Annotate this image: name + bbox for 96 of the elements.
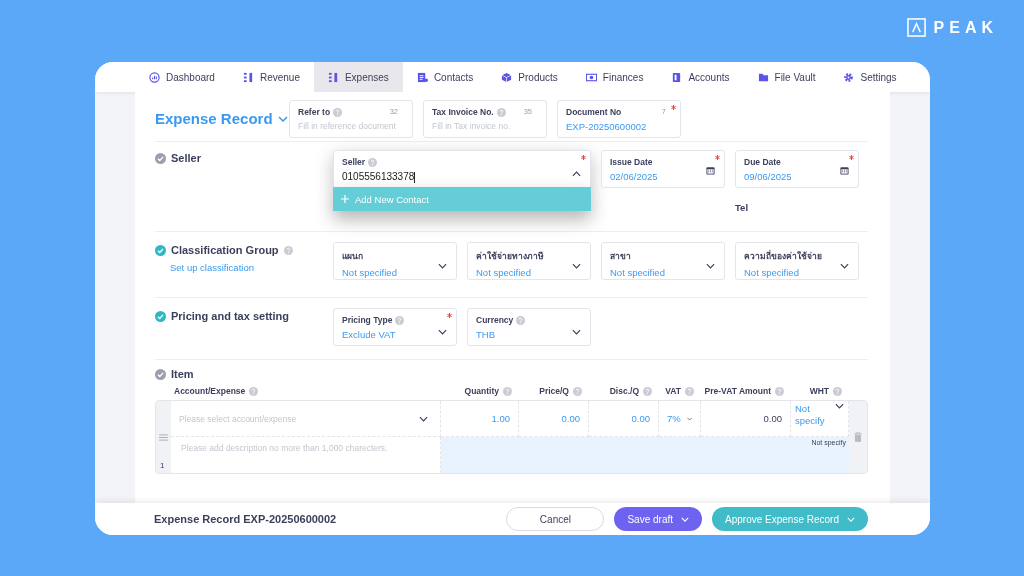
nav-icon <box>585 71 597 83</box>
section-title: Pricing and tax setting <box>171 310 289 322</box>
chevron-icon[interactable] <box>572 263 581 269</box>
select-field[interactable]: ความถี่ของค่าใช้จ่าย Not specified <box>735 242 859 280</box>
nav-icon <box>149 71 160 83</box>
section-title: Item <box>171 368 194 380</box>
chevron-icon[interactable] <box>438 263 447 269</box>
field-value: Exclude VAT <box>342 329 397 340</box>
field-label: Currency <box>476 315 514 325</box>
field-label: Document No <box>566 107 622 117</box>
help-icon[interactable] <box>775 386 784 396</box>
chevron-icon[interactable] <box>419 415 428 422</box>
nav-tab[interactable]: Products <box>487 62 572 92</box>
nav-tab[interactable]: Contacts <box>402 62 488 92</box>
help-icon[interactable] <box>283 245 293 255</box>
field-value: Not specified <box>744 267 800 278</box>
chevron-icon[interactable] <box>572 329 581 335</box>
column-header: Pre-VAT Amount <box>704 386 771 396</box>
page-title: Expense Record <box>155 110 273 127</box>
nav-tab[interactable]: Dashboard <box>135 62 229 92</box>
column-header: Price/Q <box>539 386 569 396</box>
action-button[interactable]: Cancel <box>506 507 605 531</box>
seller-field[interactable]: Seller 0105556133378 <box>333 150 591 188</box>
field-value: Not specified <box>476 267 532 278</box>
help-icon[interactable] <box>395 315 405 325</box>
chevron-icon[interactable] <box>572 171 581 177</box>
field-value: EXP-20250600002 <box>566 121 648 132</box>
action-button[interactable]: Save draft <box>614 507 703 531</box>
brand-name: PEAK <box>933 18 998 37</box>
nav-icon <box>416 71 428 83</box>
chevron-icon[interactable] <box>840 263 849 269</box>
field-label: Pricing Type <box>342 315 393 325</box>
field-value: THB <box>476 329 496 340</box>
nav-tab[interactable]: File Vault <box>743 62 830 92</box>
section-title: Classification Group <box>171 244 279 256</box>
field-label: Tax Invoice No. <box>432 107 494 117</box>
field-label: สาขา <box>610 250 631 263</box>
date-field[interactable]: Due Date 09/06/2025 <box>735 150 859 188</box>
column-header: Disc./Q <box>609 386 639 396</box>
help-icon[interactable] <box>503 386 512 396</box>
field-label: แผนก <box>342 250 363 263</box>
field-label: ความถี่ของค่าใช้จ่าย <box>744 249 822 263</box>
chevron-icon[interactable] <box>835 403 844 409</box>
trash-icon[interactable] <box>854 432 862 442</box>
help-icon[interactable] <box>833 386 842 396</box>
field-label: Due Date <box>744 157 781 167</box>
help-icon[interactable] <box>368 157 378 167</box>
select-field[interactable]: Currency THB <box>467 308 591 346</box>
logo-icon <box>906 18 926 37</box>
field-label: ค่าใช้จ่ายทางภาษี <box>476 250 544 263</box>
help-icon[interactable] <box>573 386 582 396</box>
column-header: VAT <box>665 386 681 396</box>
field-value: 0105556133378 <box>342 171 417 183</box>
help-icon[interactable] <box>643 386 652 396</box>
nav-icon <box>501 71 513 83</box>
plus-icon <box>341 195 349 203</box>
select-field[interactable]: ค่าใช้จ่ายทางภาษี Not specified <box>467 242 591 280</box>
calendar-icon[interactable] <box>840 166 849 175</box>
help-icon[interactable] <box>516 315 526 325</box>
column-header: WHT <box>809 386 829 396</box>
field-value: Not specified <box>342 267 398 278</box>
help-icon[interactable] <box>496 107 506 117</box>
select-field[interactable]: สาขา Not specified <box>601 242 725 280</box>
tel-label: Tel <box>735 202 750 213</box>
field-label: Seller <box>342 157 366 167</box>
nav-tab[interactable]: Settings <box>829 62 911 92</box>
nav-icon <box>671 71 683 83</box>
nav-tab[interactable]: Expenses <box>313 62 403 92</box>
help-icon[interactable] <box>333 107 343 117</box>
chevron-icon[interactable] <box>438 329 447 335</box>
nav-tab[interactable]: Finances <box>571 62 658 92</box>
help-icon[interactable] <box>685 386 694 396</box>
calendar-icon[interactable] <box>706 166 715 175</box>
field-value: 02/06/2025 <box>610 171 659 182</box>
nav-icon <box>843 71 855 83</box>
column-header: Account/Expense <box>174 386 246 396</box>
drag-handle-icon[interactable] <box>159 433 168 441</box>
nav-tab[interactable]: Revenue <box>228 62 314 92</box>
nav-icon <box>327 71 339 83</box>
nav-tab[interactable]: Accounts <box>657 62 744 92</box>
column-header: Quantity <box>464 386 499 396</box>
field-value: Not specified <box>610 267 666 278</box>
chevron-icon[interactable] <box>706 263 715 269</box>
select-field[interactable]: Pricing Type Exclude VAT <box>333 308 457 346</box>
nav-icon <box>242 71 254 83</box>
date-field[interactable]: Issue Date 02/06/2025 <box>601 150 725 188</box>
footer-title: Expense Record EXP-20250600002 <box>154 513 337 525</box>
pre-vat-amount: 0.00 <box>701 401 791 437</box>
section-title: Seller <box>171 152 201 164</box>
select-field[interactable]: แผนก Not specified <box>333 242 457 280</box>
field-label: Issue Date <box>610 157 653 167</box>
field-value: 09/06/2025 <box>744 171 793 182</box>
nav-icon <box>757 71 769 83</box>
help-icon[interactable] <box>249 386 259 396</box>
field-label: Refer to <box>298 107 331 117</box>
row-number: 1 <box>160 461 165 470</box>
